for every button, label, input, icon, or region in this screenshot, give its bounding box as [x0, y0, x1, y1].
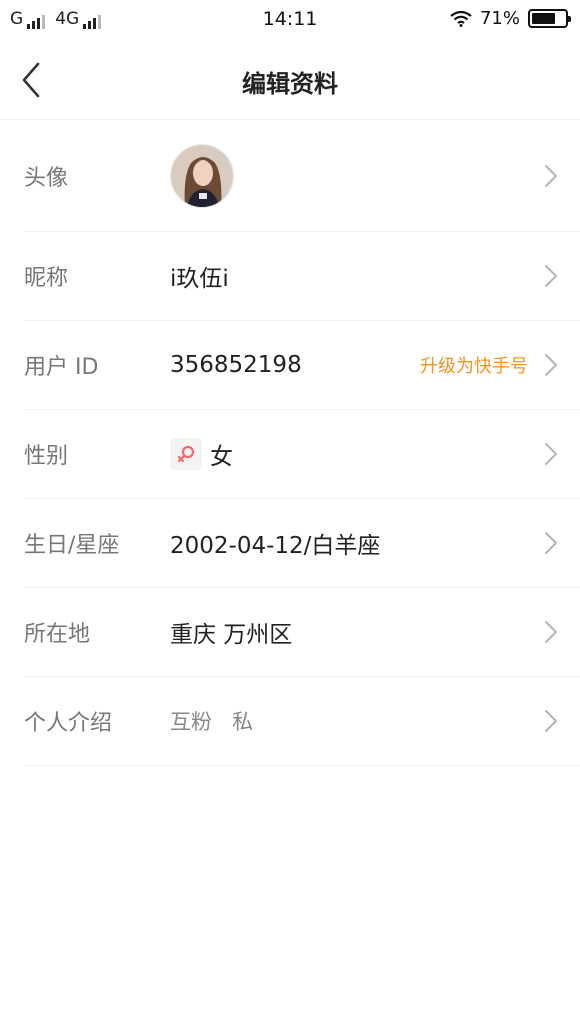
gender-row[interactable]: 性别 女: [24, 410, 580, 499]
avatar-row[interactable]: 头像: [24, 121, 580, 232]
chevron-right-icon: [545, 532, 557, 554]
avatar-image: [171, 145, 233, 207]
chevron-right-icon: [545, 165, 557, 187]
user-id-row[interactable]: 用户 ID 356852198 升级为快手号: [24, 321, 580, 410]
female-icon: [170, 438, 202, 470]
upgrade-link[interactable]: 升级为快手号: [420, 352, 528, 378]
status-bar: G 4G 14:11 71%: [0, 0, 580, 40]
chevron-right-icon: [545, 710, 557, 732]
user-id-label: 用户 ID: [24, 355, 99, 380]
bio-label: 个人介绍: [24, 711, 113, 736]
nav-bar: 编辑资料: [0, 40, 580, 120]
gender-value: 女: [210, 444, 233, 470]
status-right: 71%: [450, 8, 571, 29]
location-value: 重庆 万州区: [170, 622, 293, 648]
battery-level: [532, 13, 555, 24]
birthday-value: 2002-04-12/白羊座: [170, 533, 381, 559]
avatar-value: [170, 144, 234, 208]
birthday-label: 生日/星座: [24, 533, 120, 558]
chevron-right-icon: [545, 354, 557, 376]
chevron-right-icon: [545, 621, 557, 643]
bio-row[interactable]: 个人介绍 互粉 私: [24, 677, 580, 766]
nickname-label: 昵称: [24, 266, 69, 291]
location-row[interactable]: 所在地 重庆 万州区: [24, 588, 580, 677]
battery-icon: [528, 9, 571, 28]
gender-label: 性别: [24, 444, 69, 469]
avatar-label: 头像: [24, 166, 69, 191]
battery-percent: 71%: [479, 8, 520, 29]
nickname-row[interactable]: 昵称 i玖伍i: [24, 232, 580, 321]
location-label: 所在地: [24, 622, 91, 647]
birthday-row[interactable]: 生日/星座 2002-04-12/白羊座: [24, 499, 580, 588]
nickname-value: i玖伍i: [170, 266, 229, 292]
avatar: [170, 144, 234, 208]
gender-value-group: 女: [170, 437, 233, 471]
chevron-right-icon: [545, 443, 557, 465]
user-id-value: 356852198: [170, 352, 302, 378]
bio-value: 互粉 私: [170, 710, 254, 734]
chevron-right-icon: [545, 265, 557, 287]
wifi-icon: [450, 10, 472, 27]
page-title: 编辑资料: [242, 70, 338, 98]
profile-list: 头像 昵称 i玖伍i 用户 ID 356852198 升级为快手号 性别 女 生…: [0, 121, 580, 766]
